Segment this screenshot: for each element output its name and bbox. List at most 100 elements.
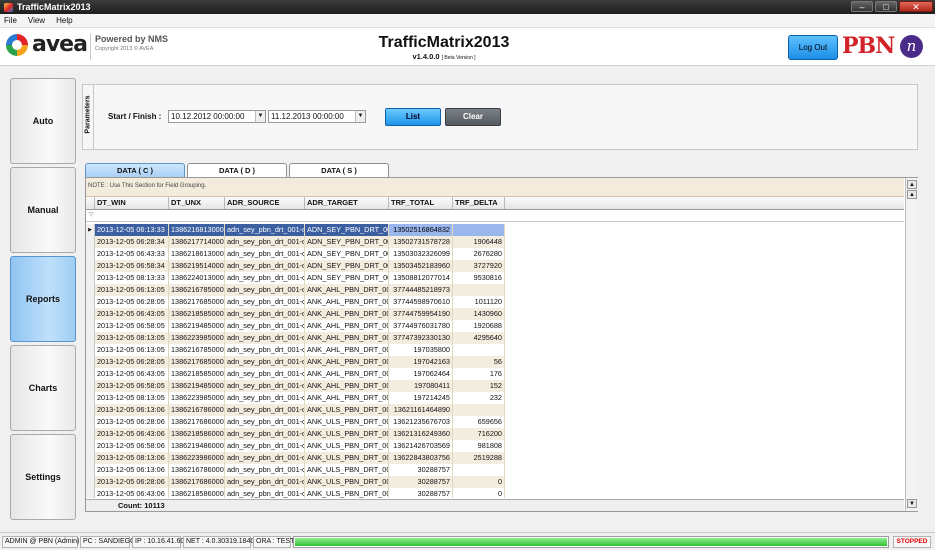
scroll-up-icon[interactable]: ▲ <box>907 190 917 199</box>
table-row[interactable]: ▶ 2013-12-05 06:13:33 1386216813000 adn_sey… <box>86 224 904 236</box>
table-cell[interactable]: 37744759954190 <box>389 308 453 320</box>
table-row[interactable]: 2013-12-05 08:13:05 1386223985000 adn_sey_… <box>86 332 904 344</box>
table-cell[interactable]: 1386223985000 <box>169 392 225 404</box>
table-row[interactable]: 2013-12-05 06:13:06 1386216786000 adn_sey_… <box>86 464 904 476</box>
filter-row[interactable]: ▽ <box>86 210 904 222</box>
table-cell[interactable]: 2013-12-05 06:43:05 <box>95 308 169 320</box>
table-row[interactable]: 2013-12-05 06:58:05 1386219485000 adn_sey_… <box>86 380 904 392</box>
maximize-button[interactable]: □ <box>875 1 897 12</box>
row-selector[interactable] <box>86 416 95 428</box>
table-cell[interactable]: 1386218613000 <box>169 248 225 260</box>
table-cell[interactable]: adn_sey_pbn_drt_001-c <box>225 428 305 440</box>
table-row[interactable]: 2013-12-05 08:13:05 1386223985000 adn_sey_… <box>86 392 904 404</box>
table-cell[interactable]: 13622843803756 <box>389 452 453 464</box>
table-cell[interactable]: 176 <box>453 368 505 380</box>
table-cell[interactable]: 152 <box>453 380 505 392</box>
table-cell[interactable]: adn_sey_pbn_drt_001-c <box>225 248 305 260</box>
table-cell[interactable]: 1906448 <box>453 236 505 248</box>
table-cell[interactable]: 2013-12-05 06:13:33 <box>95 224 169 236</box>
table-cell[interactable]: 2519288 <box>453 452 505 464</box>
table-cell[interactable]: ADN_SEY_PBN_DRT_002 <box>305 260 389 272</box>
row-selector[interactable] <box>86 284 95 296</box>
minimize-button[interactable]: – <box>851 1 873 12</box>
row-selector[interactable] <box>86 332 95 344</box>
table-cell[interactable]: ANK_AHL_PBN_DRT_001 <box>305 332 389 344</box>
table-cell[interactable]: 1386223985000 <box>169 332 225 344</box>
table-cell[interactable]: adn_sey_pbn_drt_001-c <box>225 356 305 368</box>
row-selector[interactable] <box>86 404 95 416</box>
table-cell[interactable]: 2013-12-05 06:13:06 <box>95 464 169 476</box>
table-row[interactable]: 2013-12-05 08:13:06 1386223986000 adn_sey_… <box>86 452 904 464</box>
table-cell[interactable]: 2013-12-05 06:43:06 <box>95 488 169 498</box>
table-cell[interactable]: 37747392330130 <box>389 332 453 344</box>
table-row[interactable]: 2013-12-05 06:13:05 1386216785000 adn_sey_… <box>86 344 904 356</box>
row-selector[interactable] <box>86 452 95 464</box>
table-cell[interactable]: adn_sey_pbn_drt_001-c <box>225 404 305 416</box>
row-selector[interactable] <box>86 236 95 248</box>
row-selector[interactable] <box>86 428 95 440</box>
table-cell[interactable]: 1386216786000 <box>169 464 225 476</box>
row-selector[interactable] <box>86 368 95 380</box>
table-cell[interactable]: 1920688 <box>453 320 505 332</box>
table-cell[interactable]: 1386217686000 <box>169 476 225 488</box>
table-row[interactable]: 2013-12-05 06:43:33 1386218613000 adn_sey_… <box>86 248 904 260</box>
column-adr-target[interactable]: ADR_TARGET <box>305 197 389 209</box>
nav-charts[interactable]: Charts <box>10 345 76 431</box>
table-cell[interactable]: 2013-12-05 06:28:06 <box>95 476 169 488</box>
table-cell[interactable]: adn_sey_pbn_drt_001-c <box>225 476 305 488</box>
table-row[interactable]: 2013-12-05 08:13:33 1386224013000 adn_sey_… <box>86 272 904 284</box>
table-cell[interactable] <box>453 284 505 296</box>
table-cell[interactable]: 2013-12-05 06:28:05 <box>95 296 169 308</box>
table-cell[interactable]: adn_sey_pbn_drt_001-c <box>225 320 305 332</box>
table-cell[interactable]: 2013-12-05 06:28:34 <box>95 236 169 248</box>
table-cell[interactable]: 13621426703569 <box>389 440 453 452</box>
table-cell[interactable]: 2013-12-05 06:13:05 <box>95 284 169 296</box>
table-cell[interactable]: ADN_SEY_PBN_DRT_002 <box>305 236 389 248</box>
tab-data-s[interactable]: DATA ( S ) <box>289 163 389 177</box>
table-cell[interactable]: 4295640 <box>453 332 505 344</box>
table-cell[interactable]: 13502731578728 <box>389 236 453 248</box>
nav-auto[interactable]: Auto <box>10 78 76 164</box>
table-cell[interactable]: 232 <box>453 392 505 404</box>
current-row-icon[interactable]: ▶ <box>86 224 95 236</box>
table-cell[interactable]: 2676280 <box>453 248 505 260</box>
table-cell[interactable]: 13621316249360 <box>389 428 453 440</box>
table-cell[interactable]: 1386216785000 <box>169 284 225 296</box>
table-cell[interactable]: 2013-12-05 06:43:33 <box>95 248 169 260</box>
table-cell[interactable]: 1386219485000 <box>169 320 225 332</box>
table-cell[interactable]: 2013-12-05 06:28:05 <box>95 356 169 368</box>
filter-icon[interactable]: ▽ <box>87 211 95 220</box>
table-cell[interactable]: 37744485218973 <box>389 284 453 296</box>
row-selector[interactable] <box>86 260 95 272</box>
table-cell[interactable]: 56 <box>453 356 505 368</box>
table-cell[interactable]: 1386223986000 <box>169 452 225 464</box>
row-selector[interactable] <box>86 344 95 356</box>
table-cell[interactable]: ANK_AHL_PBN_DRT_002 <box>305 344 389 356</box>
table-cell[interactable]: 1386217686000 <box>169 416 225 428</box>
table-cell[interactable]: 13621235676703 <box>389 416 453 428</box>
table-cell[interactable]: 1386216813000 <box>169 224 225 236</box>
scroll-up-icon[interactable]: ▲ <box>907 180 917 189</box>
table-cell[interactable]: 2013-12-05 06:58:05 <box>95 320 169 332</box>
table-cell[interactable]: adn_sey_pbn_drt_001-c <box>225 380 305 392</box>
table-cell[interactable]: 13503452183960 <box>389 260 453 272</box>
table-cell[interactable]: ADN_SEY_PBN_DRT_002 <box>305 272 389 284</box>
row-selector[interactable] <box>86 476 95 488</box>
table-cell[interactable]: ANK_AHL_PBN_DRT_001 <box>305 308 389 320</box>
row-selector[interactable] <box>86 488 95 498</box>
column-dt-win[interactable]: DT_WIN <box>95 197 169 209</box>
table-cell[interactable]: 30288757 <box>389 488 453 498</box>
table-cell[interactable]: 197035800 <box>389 344 453 356</box>
table-cell[interactable]: 1386218585000 <box>169 308 225 320</box>
table-cell[interactable]: 2013-12-05 08:13:05 <box>95 392 169 404</box>
clear-button[interactable]: Clear <box>445 108 501 126</box>
table-cell[interactable]: adn_sey_pbn_drt_001-c <box>225 236 305 248</box>
table-cell[interactable]: ANK_ULS_PBN_DRT_002 <box>305 488 389 498</box>
table-cell[interactable] <box>453 464 505 476</box>
table-cell[interactable]: ANK_ULS_PBN_DRT_001 <box>305 440 389 452</box>
chevron-down-icon[interactable]: ▼ <box>255 111 265 122</box>
table-cell[interactable]: ANK_AHL_PBN_DRT_002 <box>305 368 389 380</box>
table-cell[interactable]: 1386224013000 <box>169 272 225 284</box>
row-selector[interactable] <box>86 272 95 284</box>
table-cell[interactable]: 13508812077014 <box>389 272 453 284</box>
